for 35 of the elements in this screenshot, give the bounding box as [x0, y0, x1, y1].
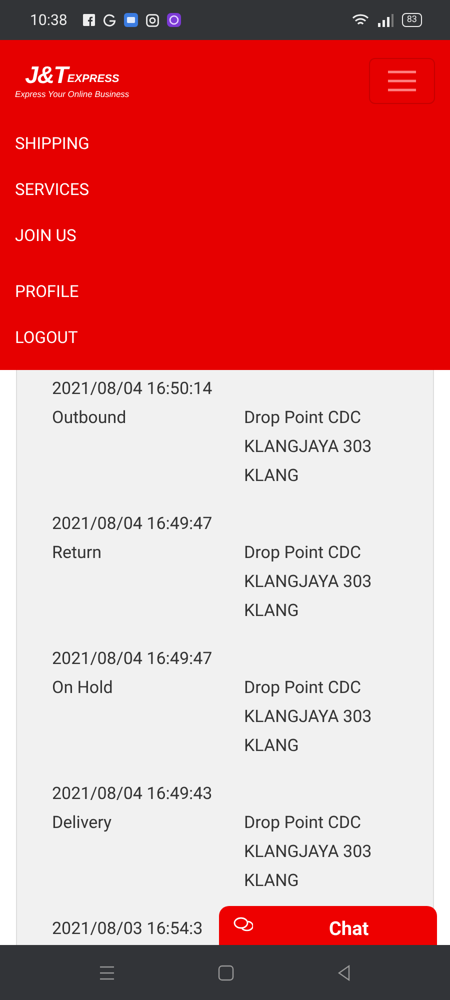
logo-mark: J&T — [24, 64, 68, 88]
g-icon — [103, 14, 116, 26]
nav-link[interactable]: PROFILE — [15, 270, 435, 316]
event-datetime: 2021/08/03 16:54:3 — [52, 918, 203, 941]
nav-link[interactable]: SERVICES — [15, 168, 435, 214]
event-location: Drop Point CDC KLANGJAYA 303 KLANG — [244, 408, 372, 486]
menu-icon — [387, 70, 417, 92]
logo-tagline: Express Your Online Business — [15, 88, 130, 100]
chat-button[interactable]: Chat — [219, 906, 437, 945]
nav-link[interactable]: SHIPPING — [15, 122, 435, 168]
event-datetime: 2021/08/04 16:50:14 — [52, 378, 212, 401]
facebook-icon — [83, 14, 96, 26]
event-datetime: 2021/08/04 16:49:43 — [52, 783, 212, 806]
back-icon[interactable] — [336, 964, 351, 980]
battery-indicator: 83 — [402, 13, 422, 27]
event-status: Outbound — [52, 408, 126, 428]
app-icon — [124, 13, 138, 27]
menu-icon[interactable] — [99, 964, 116, 980]
event-datetime: 2021/08/04 16:49:47 — [52, 648, 212, 671]
event-status: Delivery — [52, 813, 112, 833]
clock: 10:38 — [30, 10, 68, 31]
nav-link[interactable]: LOGOUT — [15, 316, 435, 362]
event-status: Return — [52, 543, 102, 563]
home-icon[interactable] — [218, 964, 234, 980]
menu-button[interactable] — [369, 58, 435, 104]
event-datetime: 2021/08/04 16:49:47 — [52, 513, 212, 536]
event-location: Drop Point CDC KLANGJAYA 303 KLANG — [244, 813, 372, 891]
event-location: Drop Point CDC KLANGJAYA 303 KLANG — [244, 678, 372, 756]
event-status: On Hold — [52, 678, 113, 698]
logo-text: EXPRESS — [67, 73, 120, 88]
event-location: Drop Point CDC KLANGJAYA 303 KLANG — [244, 543, 372, 621]
nav-link[interactable]: JOIN US — [15, 214, 435, 260]
wifi-icon — [352, 13, 370, 27]
signal-icon — [378, 14, 394, 26]
camera-icon — [146, 14, 160, 26]
